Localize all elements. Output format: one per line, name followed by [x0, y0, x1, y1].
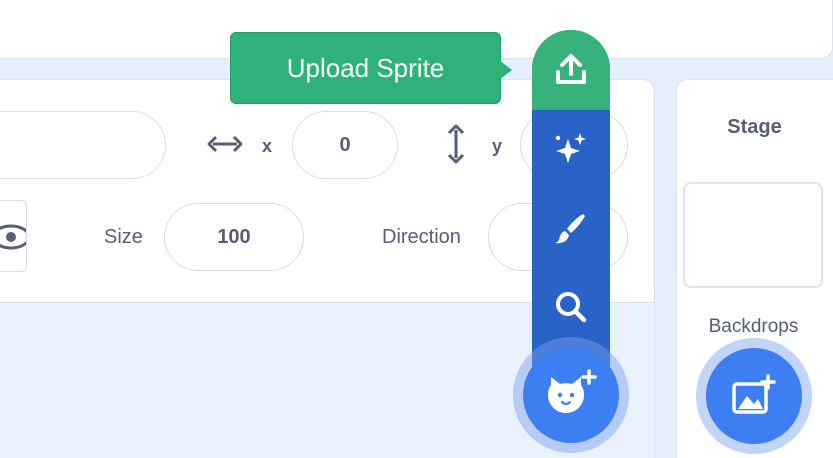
stage-title: Stage — [727, 116, 782, 138]
backdrops-label: Backdrops — [708, 316, 799, 337]
choose-sprite-search-button[interactable] — [532, 284, 610, 330]
paintbrush-icon — [556, 214, 585, 244]
paint-sprite-button[interactable] — [532, 205, 610, 251]
tooltip-arrow — [499, 60, 512, 80]
size-label: Size — [104, 226, 143, 248]
search-icon — [556, 292, 587, 323]
sprite-menu — [532, 30, 610, 390]
sprite-name-input[interactable] — [0, 111, 166, 179]
upload-sprite-tooltip: Upload Sprite — [230, 32, 501, 104]
show-sprite-button[interactable] — [0, 200, 27, 272]
eye-icon — [0, 224, 26, 250]
vertical-arrows-icon — [447, 124, 465, 164]
upload-sprite-button[interactable] — [532, 30, 610, 110]
editor-root: x 0 y Size 100 Direction Stage Backdrops — [0, 0, 833, 458]
size-input[interactable]: 100 — [164, 203, 304, 271]
x-label: x — [262, 136, 273, 156]
cat-plus-icon — [547, 369, 597, 413]
image-plus-icon — [732, 374, 776, 414]
horizontal-arrows-icon — [207, 135, 243, 153]
x-input[interactable]: 0 — [292, 111, 398, 179]
upload-icon — [556, 54, 586, 84]
y-label: y — [492, 136, 503, 156]
choose-backdrop-button-face — [706, 348, 802, 444]
sparkles-icon — [555, 133, 586, 163]
direction-label: Direction — [382, 226, 461, 248]
stage-thumbnail[interactable] — [683, 182, 823, 288]
choose-backdrop-button[interactable] — [696, 338, 812, 454]
surprise-sprite-button[interactable] — [532, 126, 610, 172]
choose-sprite-button[interactable] — [513, 337, 629, 453]
choose-sprite-button-face — [523, 347, 619, 443]
